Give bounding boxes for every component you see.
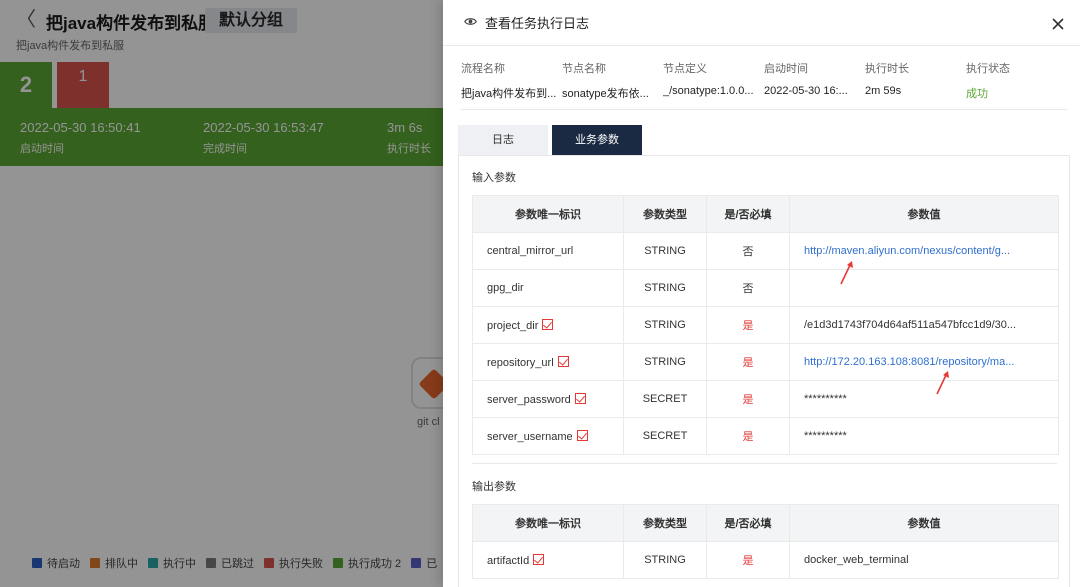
table-row: central_mirror_url STRING 否 http://maven.al…: [472, 232, 1059, 270]
param-key: repository_url: [487, 356, 554, 369]
param-key-cell: project_dir: [472, 306, 624, 344]
close-icon[interactable]: [1051, 17, 1065, 31]
param-required: 是: [706, 541, 790, 579]
col-header-required: 是/否必填: [706, 504, 790, 542]
table-header-row: 参数唯一标识 参数类型 是/否必填 参数值: [472, 504, 1059, 542]
required-check-icon: [542, 318, 554, 330]
info-start-time: 启动时间 2022-05-30 16:...: [764, 60, 864, 97]
table-row: gpg_dir STRING 否: [472, 269, 1059, 307]
param-value-cell: http://172.20.163.108:8081/repository/ma…: [789, 343, 1059, 381]
param-key: server_password: [487, 393, 571, 406]
info-duration: 执行时长 2m 59s: [865, 60, 965, 97]
param-value-link[interactable]: http://maven.aliyun.com/nexus/content/g.…: [804, 245, 1010, 257]
param-type: STRING: [623, 306, 707, 344]
param-value-cell: **********: [789, 380, 1059, 418]
info-node-def: 节点定义 _/sonatype:1.0.0...: [663, 60, 763, 97]
param-value-cell: **********: [789, 417, 1059, 455]
param-key: gpg_dir: [487, 282, 524, 294]
param-key-cell: server_username: [472, 417, 624, 455]
status-badge: 成功: [966, 88, 988, 100]
col-header-type: 参数类型: [623, 504, 707, 542]
output-params-title: 输出参数: [472, 481, 516, 493]
annotation-arrow-icon: [936, 371, 949, 395]
param-required: 是: [706, 343, 790, 381]
info-value: sonatype发布依...: [562, 88, 649, 100]
param-type: STRING: [623, 541, 707, 579]
params-panel: 输入参数 参数唯一标识 参数类型 是/否必填 参数值 central_mirro…: [458, 155, 1070, 587]
output-params-table: 参数唯一标识 参数类型 是/否必填 参数值 artifactId STRING 是 d…: [472, 504, 1059, 579]
drawer-title: 查看任务执行日志: [485, 16, 590, 31]
param-required: 是: [706, 306, 790, 344]
param-key: project_dir: [487, 319, 539, 332]
table-row: repository_url STRING 是 http://172.20.163.1…: [472, 343, 1059, 381]
param-value: docker_web_terminal: [804, 554, 909, 566]
required-check-icon: [557, 355, 569, 367]
info-status: 执行状态 成功: [966, 60, 1066, 101]
info-flow-name: 流程名称 把java构件发布到...: [461, 60, 561, 101]
col-header-required: 是/否必填: [706, 195, 790, 233]
param-type: STRING: [623, 269, 707, 307]
param-type: STRING: [623, 232, 707, 270]
param-key: artifactId: [487, 554, 530, 567]
tab-business-params[interactable]: 业务参数: [552, 125, 642, 155]
col-header-type: 参数类型: [623, 195, 707, 233]
param-value: **********: [804, 430, 847, 442]
info-key: 节点定义: [663, 63, 707, 75]
table-row: server_password SECRET 是 **********: [472, 380, 1059, 418]
table-header-row: 参数唯一标识 参数类型 是/否必填 参数值: [472, 195, 1059, 233]
table-row: project_dir STRING 是/e1d3d1743f704d64af511…: [472, 306, 1059, 344]
col-header-key: 参数唯一标识: [472, 504, 624, 542]
param-required: 否: [706, 269, 790, 307]
param-value-cell: [789, 269, 1059, 307]
info-key: 启动时间: [764, 63, 808, 75]
param-value: /e1d3d1743f704d64af511a547bfcc1d9/30...: [804, 319, 1017, 331]
param-required: 是: [706, 380, 790, 418]
col-header-key: 参数唯一标识: [472, 195, 624, 233]
table-row: artifactId STRING 是 docker_web_terminal: [472, 541, 1059, 579]
drawer-header: 查看任务执行日志: [443, 0, 1080, 46]
required-check-icon: [533, 553, 545, 565]
param-key-cell: repository_url: [472, 343, 624, 381]
annotation-arrow-icon: [840, 261, 853, 285]
info-key: 执行时长: [865, 63, 909, 75]
required-check-icon: [576, 429, 588, 441]
param-key: server_username: [487, 430, 573, 443]
tab-log[interactable]: 日志: [458, 125, 548, 155]
param-key-cell: central_mirror_url: [472, 232, 624, 270]
info-key: 执行状态: [966, 63, 1010, 75]
param-type: STRING: [623, 343, 707, 381]
param-value: **********: [804, 393, 847, 405]
col-header-value: 参数值: [789, 195, 1059, 233]
param-type: SECRET: [623, 380, 707, 418]
param-value-cell: docker_web_terminal: [789, 541, 1059, 579]
info-node-name: 节点名称 sonatype发布依...: [562, 60, 662, 101]
info-value: 把java构件发布到...: [461, 88, 557, 100]
input-params-table: 参数唯一标识 参数类型 是/否必填 参数值 central_mirror_url…: [472, 195, 1059, 455]
param-required: 否: [706, 232, 790, 270]
info-value: 2022-05-30 16:...: [764, 85, 848, 97]
param-key-cell: gpg_dir: [472, 269, 624, 307]
param-value-link[interactable]: http://172.20.163.108:8081/repository/ma…: [804, 356, 1014, 368]
task-log-drawer: 查看任务执行日志 流程名称 把java构件发布到... 节点名称 sonatyp…: [443, 0, 1080, 587]
info-key: 流程名称: [461, 63, 505, 75]
param-key: central_mirror_url: [487, 245, 574, 257]
param-key-cell: server_password: [472, 380, 624, 418]
col-header-value: 参数值: [789, 504, 1059, 542]
table-row: server_username SECRET 是 **********: [472, 417, 1059, 455]
info-value: _/sonatype:1.0.0...: [663, 85, 754, 97]
input-params-title: 输入参数: [472, 172, 516, 184]
task-info: 流程名称 把java构件发布到... 节点名称 sonatype发布依... 节…: [461, 60, 1067, 110]
param-value-cell: http://maven.aliyun.com/nexus/content/g.…: [789, 232, 1059, 270]
param-value-cell: /e1d3d1743f704d64af511a547bfcc1d9/30...: [789, 306, 1059, 344]
info-key: 节点名称: [562, 63, 606, 75]
param-key-cell: artifactId: [472, 541, 624, 579]
eye-icon: [464, 18, 477, 25]
param-type: SECRET: [623, 417, 707, 455]
param-required: 是: [706, 417, 790, 455]
info-value: 2m 59s: [865, 85, 902, 97]
section-divider: [472, 463, 1057, 464]
required-check-icon: [574, 392, 586, 404]
